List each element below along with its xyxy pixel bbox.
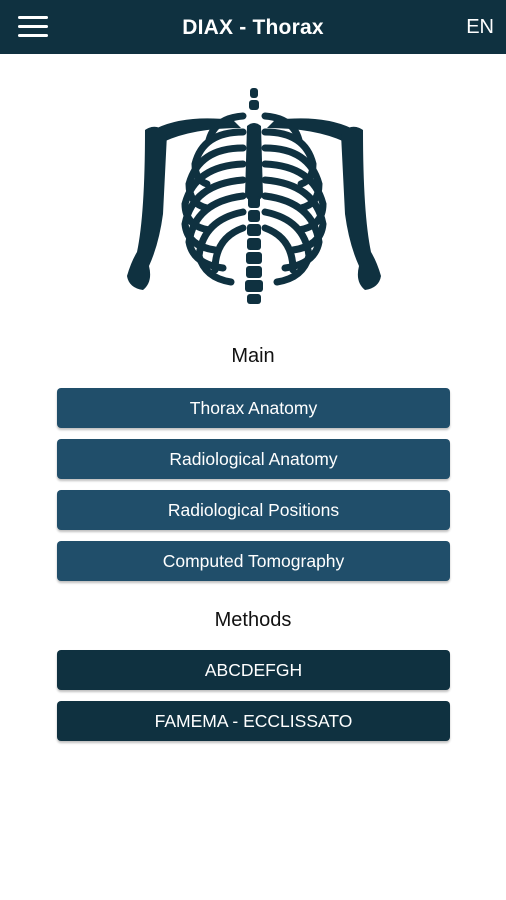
computed-tomography-button[interactable]: Computed Tomography	[57, 541, 450, 581]
famema-ecclissato-method-button[interactable]: FAMEMA - ECCLISSATO	[57, 701, 450, 741]
language-selector[interactable]: EN	[466, 16, 494, 39]
abcdefgh-method-button[interactable]: ABCDEFGH	[57, 650, 450, 690]
top-app-bar: DIAX - Thorax EN	[0, 0, 506, 54]
radiological-anatomy-button[interactable]: Radiological Anatomy	[57, 439, 450, 479]
thorax-skeleton-icon	[127, 88, 381, 304]
app-title: DIAX - Thorax	[182, 16, 324, 39]
main-section-title: Main	[231, 345, 275, 367]
methods-section-title: Methods	[214, 609, 292, 631]
radiological-positions-button[interactable]: Radiological Positions	[57, 490, 450, 530]
thorax-anatomy-button[interactable]: Thorax Anatomy	[57, 388, 450, 428]
